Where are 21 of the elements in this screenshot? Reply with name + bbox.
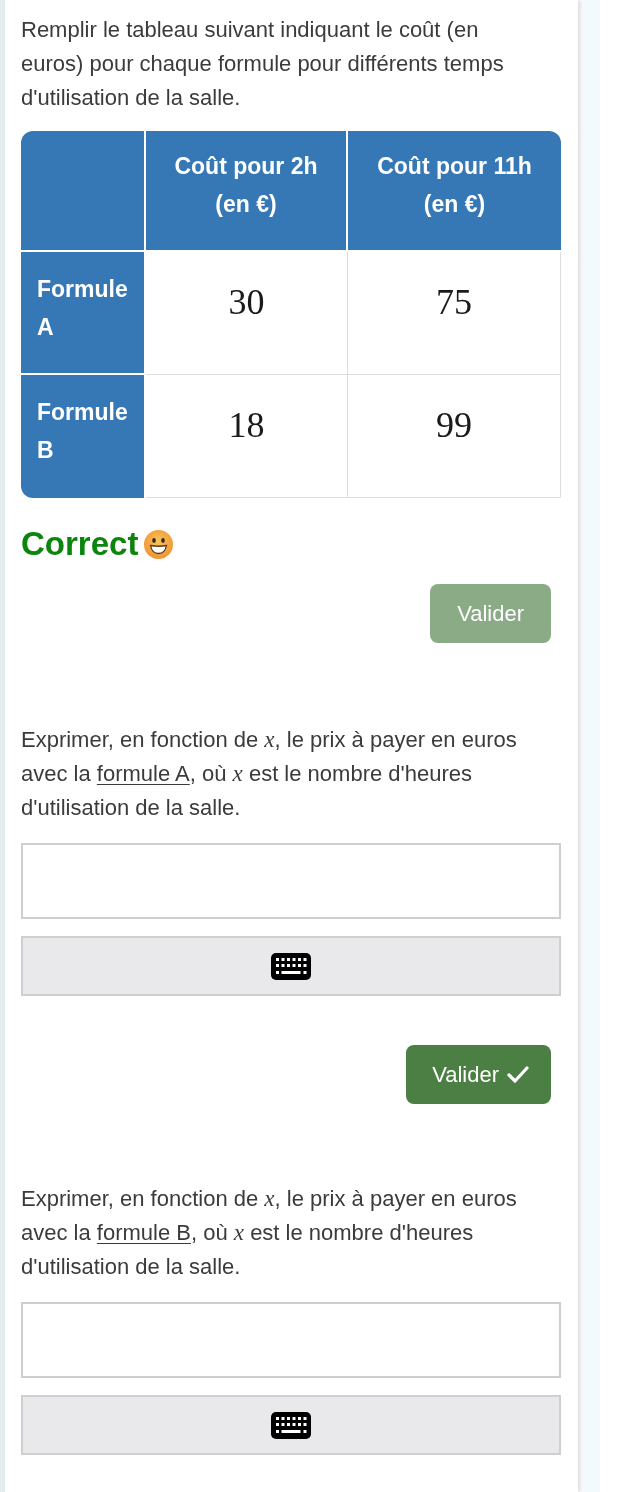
- table-cell-text: 18: [228, 404, 265, 447]
- row-header: Formule A: [21, 252, 146, 375]
- column-header: Coût pour 11h (en €): [348, 131, 561, 252]
- row-header: Formule B: [21, 375, 146, 498]
- answer-field[interactable]: [21, 1302, 561, 1378]
- validate-button[interactable]: Valider: [406, 1045, 551, 1104]
- keyboard-icon: [271, 952, 311, 980]
- question-text: Exprimer, en fonction de x, le prix à payer en euros avec la formule A, où x est le nombre d'heures d'utilisation de la salle.: [21, 726, 518, 822]
- keyboard-button[interactable]: [21, 936, 561, 996]
- answer-field[interactable]: [21, 843, 561, 919]
- question-text: Exprimer, en fonction de x, le prix à payer en euros avec la formule B, où x est le nombre d'heures d'utilisation de la salle.: [21, 1185, 518, 1281]
- keyboard-button[interactable]: [21, 1395, 561, 1455]
- column-header: Coût pour 2h (en €): [146, 131, 348, 252]
- table-cell-text: 75: [436, 281, 472, 324]
- feedback-text: Correct: [21, 526, 139, 562]
- keyboard-icon: [271, 1411, 311, 1439]
- table-cell-text: 30: [228, 281, 265, 324]
- table-cell-text: 99: [436, 404, 472, 447]
- instruction-text: Remplir le tableau suivant indiquant le coût (en euros) pour chaque formule pour différents temps d'utilisation de la salle.: [21, 16, 505, 112]
- checkmark-icon: [507, 1066, 529, 1083]
- grinning-face-icon: [144, 529, 174, 559]
